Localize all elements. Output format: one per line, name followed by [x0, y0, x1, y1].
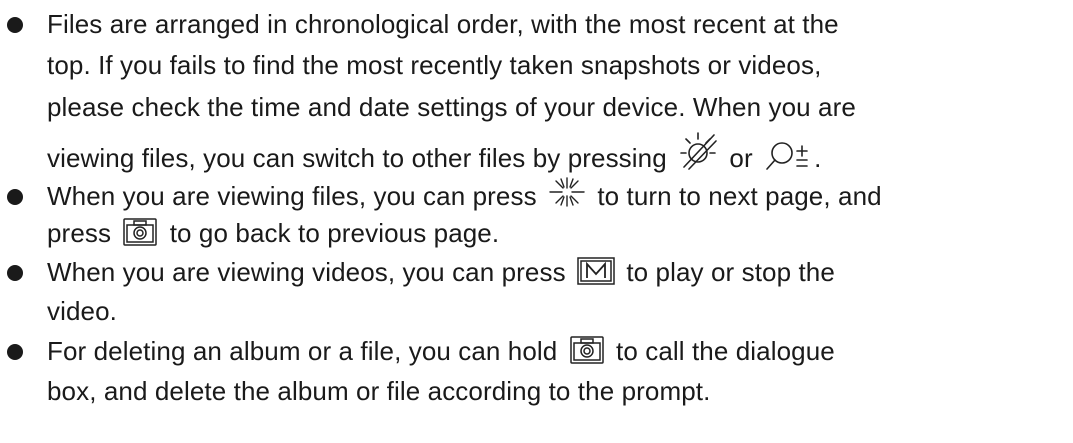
bullet-dot: [7, 17, 23, 33]
text-line: For deleting an album or a file, you can…: [47, 334, 835, 368]
zoom-plus-minus-icon: [764, 140, 814, 172]
text-line: top. If you fails to find the most recen…: [47, 50, 822, 80]
text-segment: to go back to previous page.: [162, 218, 500, 248]
text-segment: to call the dialogue: [608, 336, 835, 366]
text-segment: For deleting an album or a file, you can…: [47, 336, 565, 366]
bullet-dot: [7, 189, 23, 205]
text-line: please check the time and date settings …: [47, 92, 856, 122]
bullet-dot: [7, 344, 23, 360]
text-line: When you are viewing videos, you can pre…: [47, 255, 835, 289]
text-segment: press: [47, 218, 119, 248]
text-segment: viewing files, you can switch to other f…: [47, 143, 675, 173]
text-line: video.: [47, 296, 117, 326]
text-line: viewing files, you can switch to other f…: [47, 132, 822, 175]
text-segment: When you are viewing files, you can pres…: [47, 181, 544, 211]
bullet-dot: [7, 265, 23, 281]
instruction-list: Files are arranged in chronological orde…: [0, 0, 1073, 443]
m-button-icon: [577, 257, 615, 285]
text-segment: When you are viewing videos, you can pre…: [47, 257, 574, 287]
text-line: press to go back to previous page.: [47, 216, 499, 250]
text-line: When you are viewing files, you can pres…: [47, 177, 882, 213]
sun-slash-icon: [678, 129, 718, 171]
text-line: Files are arranged in chronological orde…: [47, 9, 839, 39]
text-segment: to turn to next page, and: [590, 181, 882, 211]
snowflake-icon: [548, 175, 586, 209]
text-segment: or: [722, 143, 761, 173]
camera-icon: [122, 217, 158, 247]
camera-icon: [569, 335, 605, 365]
text-segment: to play or stop the: [619, 257, 835, 287]
text-segment: .: [814, 143, 822, 173]
text-line: box, and delete the album or file accord…: [47, 376, 711, 406]
